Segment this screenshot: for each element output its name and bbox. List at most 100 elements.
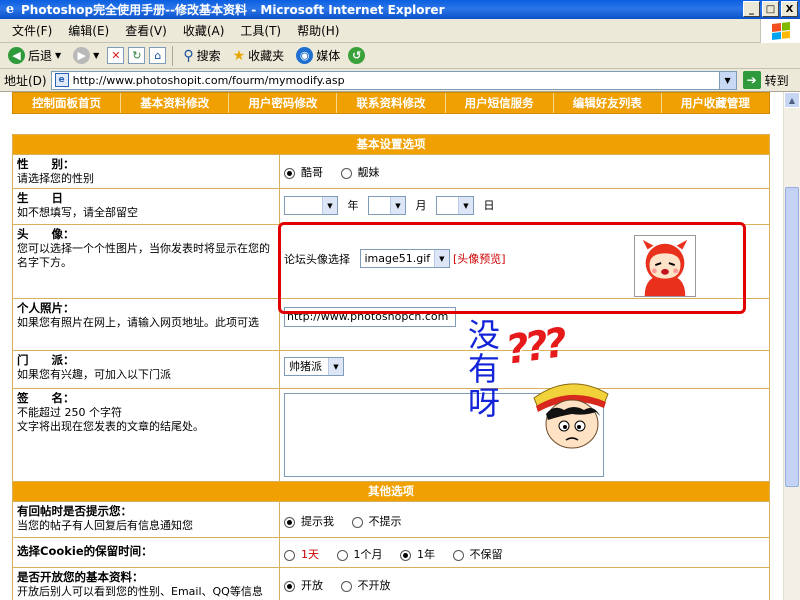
radio-unselected[interactable]	[340, 167, 352, 179]
month-label: 月	[415, 198, 427, 212]
chevron-down-icon: ▼	[390, 197, 405, 214]
forward-arrow-icon: ▶	[73, 47, 91, 64]
birthday-desc: 如不想填写，请全部留空	[17, 206, 138, 219]
nav-tab-messages[interactable]: 用户短信服务	[446, 93, 554, 113]
radio-unselected[interactable]	[452, 549, 464, 561]
birthday-title: 生 日	[17, 191, 63, 205]
cookie-option-1month[interactable]: 1个月	[336, 546, 383, 562]
menu-file[interactable]: 文件(F)	[4, 22, 60, 39]
menu-edit[interactable]: 编辑(E)	[60, 22, 117, 39]
gender-title: 性 别：	[17, 157, 75, 171]
scroll-up-icon[interactable]: ▲	[784, 92, 800, 108]
menu-bar: 文件(F) 编辑(E) 查看(V) 收藏(A) 工具(T) 帮助(H)	[0, 19, 800, 43]
media-globe-icon: ◉	[296, 47, 314, 64]
media-button[interactable]: ◉ 媒体	[292, 45, 344, 67]
open-profile-row: 是否开放您的基本资料： 开放后别人可以看到您的性别、Email、QQ等信息 开放…	[12, 567, 770, 600]
menu-help[interactable]: 帮助(H)	[289, 22, 347, 39]
media-label: 媒体	[316, 49, 341, 63]
go-arrow-icon: ➔	[742, 71, 761, 89]
window-controls: _ □ X	[743, 1, 798, 17]
birthday-label-cell: 生 日 如不想填写，请全部留空	[12, 188, 280, 225]
menu-tools[interactable]: 工具(T)	[232, 22, 289, 39]
gender-option-male[interactable]: 酷哥	[284, 164, 323, 180]
nav-tab-contact[interactable]: 联系资料修改	[337, 93, 446, 113]
nav-tab-friends[interactable]: 编辑好友列表	[554, 93, 662, 113]
radio-unselected[interactable]	[284, 549, 295, 561]
forward-button[interactable]: ▶ ▼	[69, 45, 103, 67]
overlay-caption: 没有呀	[468, 316, 501, 422]
cookie-option-1day[interactable]: 1天	[284, 546, 319, 562]
radio-selected[interactable]	[400, 549, 411, 561]
faction-select[interactable]: 帅猪派 ▼	[284, 357, 344, 376]
signature-title: 签 名：	[17, 391, 75, 405]
windows-logo-icon	[760, 19, 800, 43]
birthday-value-cell: ▼ 年 ▼ 月 ▼ 日	[279, 188, 770, 225]
gender-value-cell: 酷哥 靓妹	[279, 154, 770, 189]
cookie-value-cell: 1天 1个月 1年 不保留	[279, 537, 770, 568]
stop-icon[interactable]: ✕	[107, 47, 125, 64]
nav-tab-password[interactable]: 用户密码修改	[229, 93, 338, 113]
birth-month-select[interactable]: ▼	[368, 196, 406, 215]
open-title: 是否开放您的基本资料：	[17, 570, 144, 584]
control-panel-nav: 控制面板首页 基本资料修改 用户密码修改 联系资料修改 用户短信服务 编辑好友列…	[12, 92, 770, 114]
radio-selected[interactable]	[284, 580, 295, 592]
back-button[interactable]: ◀ 后退 ▼	[4, 45, 65, 67]
address-input[interactable]: e http://www.photoshopit.com/fourm/mymod…	[50, 70, 737, 90]
go-label: 转到	[764, 73, 789, 88]
basic-section-header: 基本设置选项	[12, 134, 770, 155]
reply-option-silent[interactable]: 不提示	[351, 513, 402, 529]
menu-favorites[interactable]: 收藏(A)	[175, 22, 233, 39]
search-button[interactable]: ⚲ 搜索	[179, 45, 224, 67]
minimize-button[interactable]: _	[743, 1, 760, 17]
gender-label-cell: 性 别： 请选择您的性别	[12, 154, 280, 189]
photo-label-cell: 个人照片： 如果您有照片在网上，请输入网页地址。此项可选	[12, 298, 280, 351]
nav-tab-home[interactable]: 控制面板首页	[13, 93, 122, 113]
open-desc: 开放后别人可以看到您的性别、Email、QQ等信息	[17, 585, 263, 598]
favorites-button[interactable]: ★ 收藏夹	[229, 45, 289, 67]
radio-selected[interactable]	[284, 516, 295, 528]
address-bar: 地址(D) e http://www.photoshopit.com/fourm…	[0, 69, 800, 92]
cookie-option-1year[interactable]: 1年	[400, 546, 435, 562]
radio-unselected[interactable]	[340, 580, 352, 592]
go-button[interactable]: ➔ 转到	[742, 71, 789, 89]
address-dropdown-icon[interactable]: ▼	[718, 71, 736, 89]
close-button[interactable]: X	[781, 1, 798, 17]
open-value-cell: 开放 不开放	[279, 567, 770, 600]
menu-view[interactable]: 查看(V)	[117, 22, 175, 39]
avatar-title: 头 像：	[17, 227, 75, 241]
address-label: 地址(D)	[4, 73, 47, 88]
reply-value-cell: 提示我 不提示	[279, 501, 770, 538]
cookie-option-none[interactable]: 不保留	[452, 546, 503, 562]
gender-desc: 请选择您的性别	[17, 172, 94, 185]
reply-option-notify[interactable]: 提示我	[284, 513, 334, 529]
scroll-thumb[interactable]	[785, 187, 799, 487]
forward-dropdown-icon[interactable]: ▼	[93, 51, 99, 60]
nav-tab-basic-info[interactable]: 基本资料修改	[121, 93, 230, 113]
address-url[interactable]: http://www.photoshopit.com/fourm/mymodif…	[73, 74, 719, 87]
search-icon: ⚲	[183, 47, 194, 64]
radio-unselected[interactable]	[336, 549, 348, 561]
signature-desc: 文字将出现在您发表的文章的结尾处。	[17, 420, 204, 433]
radio-selected[interactable]	[284, 167, 295, 179]
open-label-cell: 是否开放您的基本资料： 开放后别人可以看到您的性别、Email、QQ等信息	[12, 567, 280, 600]
birth-day-select[interactable]: ▼	[436, 196, 474, 215]
open-option-yes[interactable]: 开放	[284, 577, 323, 593]
nav-tab-favorites[interactable]: 用户收藏管理	[662, 93, 769, 113]
birth-year-select[interactable]: ▼	[284, 196, 338, 215]
refresh-icon[interactable]: ↻	[128, 47, 146, 64]
history-icon[interactable]: ↺	[348, 47, 366, 64]
avatar-desc: 您可以选择一个个性图片，当你发表时将显示在您的名字下方。	[17, 242, 270, 269]
open-option-no[interactable]: 不开放	[340, 577, 391, 593]
faction-row: 门 派： 如果您有兴趣，可加入以下门派 帅猪派 ▼	[12, 350, 770, 389]
maximize-button[interactable]: □	[762, 1, 779, 17]
search-label: 搜索	[196, 49, 221, 63]
gender-row: 性 别： 请选择您的性别 酷哥 靓妹	[12, 154, 770, 189]
page-icon: e	[54, 73, 69, 87]
home-icon[interactable]: ⌂	[149, 47, 167, 64]
photo-title: 个人照片：	[17, 301, 75, 315]
vertical-scrollbar[interactable]: ▲	[783, 92, 800, 600]
signature-label-cell: 签 名： 不能超过 250 个字符 文字将出现在您发表的文章的结尾处。	[12, 388, 280, 482]
gender-option-female[interactable]: 靓妹	[340, 164, 380, 180]
radio-unselected[interactable]	[351, 516, 363, 528]
back-dropdown-icon[interactable]: ▼	[55, 51, 61, 60]
